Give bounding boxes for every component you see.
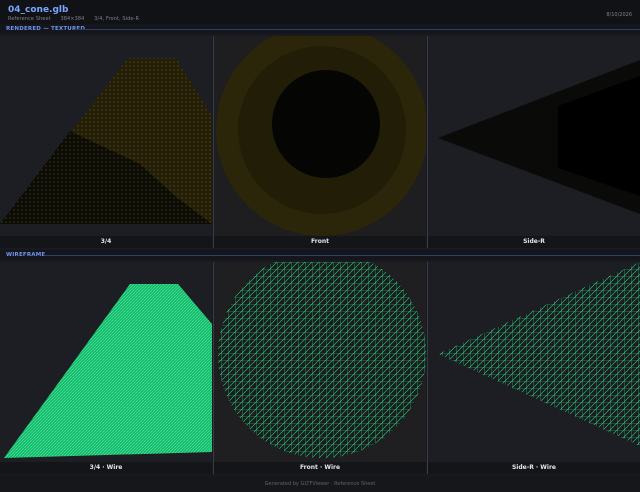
section-rendered: RENDERED — TEXTURED xyxy=(0,24,640,34)
sheet-meta: Reference Sheet 384×384 3/4, Front, Side… xyxy=(8,16,147,22)
wire-view-34[interactable]: 3/4 · Wire xyxy=(0,262,212,474)
render-view-side[interactable]: Side-R xyxy=(428,36,640,248)
cone-wire-front xyxy=(218,262,426,458)
section-wireframe-title: WIREFRAME xyxy=(6,252,46,258)
sheet-resolution: 384×384 xyxy=(60,16,85,22)
app-header: 04_cone.glb Reference Sheet 384×384 3/4,… xyxy=(0,0,640,27)
panel-divider xyxy=(213,262,214,474)
view-label: Front xyxy=(214,236,426,248)
cone-wire-side xyxy=(438,262,640,446)
footer-text: Generated by GLTFViewer · Reference Shee… xyxy=(0,476,640,492)
view-label: Front · Wire xyxy=(214,462,426,474)
cone-render-34 xyxy=(0,58,212,224)
panel-divider xyxy=(213,36,214,248)
view-label: 3/4 · Wire xyxy=(0,462,212,474)
view-label: Side-R xyxy=(428,236,640,248)
panel-divider xyxy=(427,36,428,248)
section-wireframe: WIREFRAME xyxy=(0,250,640,260)
file-title: 04_cone.glb xyxy=(8,5,69,15)
section-divider-line xyxy=(44,255,640,256)
cone-wire-34 xyxy=(4,284,212,458)
panel-divider xyxy=(427,262,428,474)
render-view-front[interactable]: Front xyxy=(214,36,426,248)
cone-render-side xyxy=(438,60,640,214)
wire-view-front[interactable]: Front · Wire xyxy=(214,262,426,474)
view-label: Side-R · Wire xyxy=(428,462,640,474)
render-view-34[interactable]: 3/4 xyxy=(0,36,212,248)
sheet-type: Reference Sheet xyxy=(8,16,51,22)
view-label: 3/4 xyxy=(0,236,212,248)
sheet-date: 8/10/2026 xyxy=(606,12,632,18)
sheet-views: 3/4, Front, Side-R xyxy=(94,16,140,22)
section-divider-line xyxy=(74,29,640,30)
cone-render-front xyxy=(214,36,426,236)
wire-view-side[interactable]: Side-R · Wire xyxy=(428,262,640,474)
